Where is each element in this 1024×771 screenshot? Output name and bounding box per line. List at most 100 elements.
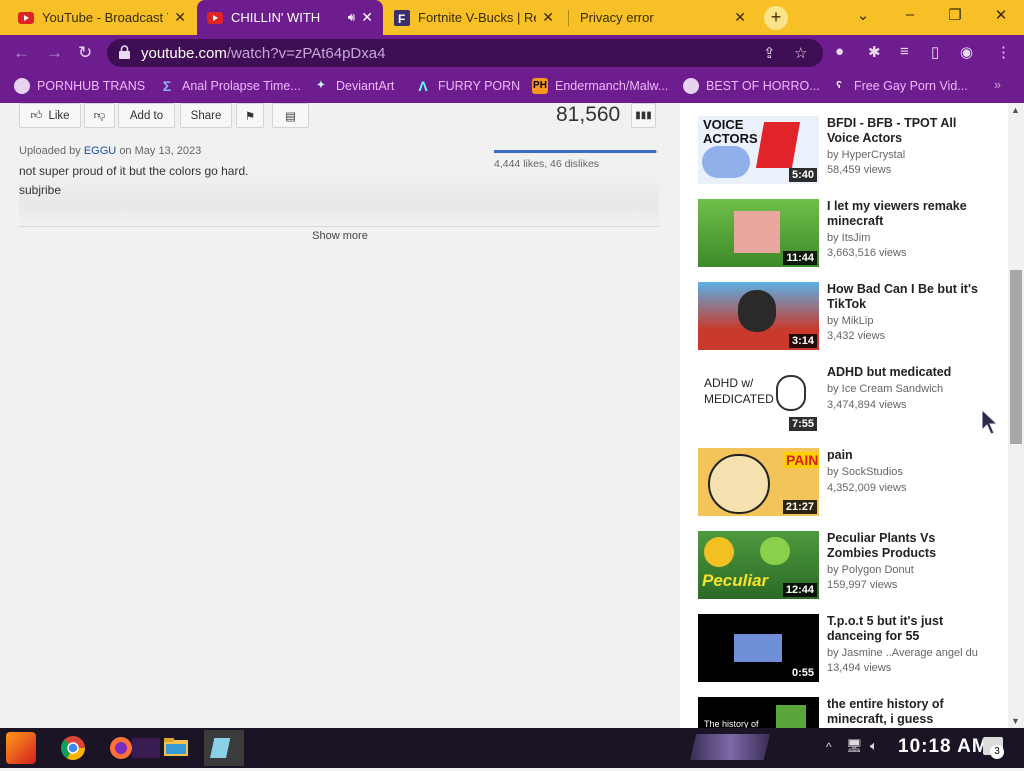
sigma-icon: Σ (162, 78, 172, 94)
show-more-button[interactable]: Show more (0, 230, 680, 242)
related-video-item[interactable]: Peculiar 12:44 Peculiar Plants Vs Zombie… (698, 531, 998, 601)
video-duration: 7:55 (788, 417, 817, 431)
video-thumbnail[interactable]: The history of (698, 697, 819, 728)
extensions-icon[interactable]: ✱ (868, 43, 881, 61)
thumbnail-caption: VOICE ACTORS (703, 117, 758, 146)
menu-icon[interactable]: ⋮ (996, 43, 1011, 61)
video-title[interactable]: Peculiar Plants Vs Zombies Products (827, 531, 987, 561)
taskbar-app-purple[interactable] (132, 738, 160, 758)
video-title[interactable]: I let my viewers remake minecraft (827, 199, 987, 229)
share-icon[interactable]: ⇪ (763, 44, 776, 62)
channel-name[interactable]: by MikLip (827, 315, 999, 327)
transcript-button[interactable]: ▤ (272, 103, 309, 128)
related-video-item[interactable]: 0:55 T.p.o.t 5 but it's just danceing fo… (698, 614, 998, 684)
bookmark-item[interactable]: Λ FURRY PORN (415, 78, 520, 94)
tab-search-icon[interactable]: ⌄ (848, 6, 878, 24)
channel-name[interactable]: by Polygon Donut (827, 564, 999, 576)
tab-fortnite-vbucks[interactable]: F Fortnite V-Bucks | Re ✕ (384, 0, 564, 35)
channel-name[interactable]: by Ice Cream Sandwich (827, 383, 999, 395)
new-tab-button[interactable]: + (764, 6, 788, 30)
video-title[interactable]: BFDI - BFB - TPOT All Voice Actors (827, 116, 987, 146)
tray-chevron-icon[interactable]: ^ (826, 740, 832, 754)
video-duration: 12:44 (782, 583, 817, 597)
video-title[interactable]: pain (827, 448, 987, 463)
bookmark-star-icon[interactable]: ☆ (794, 44, 807, 62)
video-title[interactable]: ADHD but medicated (827, 365, 987, 380)
tab-youtube-broadcast[interactable]: YouTube - Broadcast Yourself ✕ (8, 0, 196, 35)
speaker-icon[interactable]: 🔊︎ (348, 10, 356, 25)
video-thumbnail[interactable]: 11:44 (698, 199, 819, 267)
dislike-button[interactable]: 👎︎ (84, 103, 115, 128)
close-tab-icon[interactable]: ✕ (361, 9, 373, 26)
video-thumbnail[interactable]: 3:14 (698, 282, 819, 350)
video-thumbnail[interactable]: Peculiar 12:44 (698, 531, 819, 599)
profile-avatar-icon[interactable]: ● (835, 43, 844, 60)
share-button[interactable]: Share (180, 103, 232, 128)
more-bookmarks-icon[interactable]: » (994, 78, 1001, 92)
bookmark-item[interactable]: PORNHUB TRANS (14, 78, 145, 94)
uploader-link[interactable]: EGGU (84, 145, 116, 157)
channel-name[interactable]: by ItsJim (827, 232, 999, 244)
system-clock[interactable]: 10:18 AM (898, 736, 989, 758)
url-text: youtube.com/watch?v=zPAt64pDxa4 (141, 45, 386, 62)
forward-icon[interactable]: → (46, 43, 63, 63)
close-tab-icon[interactable]: ✕ (174, 9, 186, 26)
bookmark-item[interactable]: ʕ Free Gay Porn Vid... (831, 78, 968, 94)
video-thumbnail[interactable]: PAIN 21:27 (698, 448, 819, 516)
bookmark-item[interactable]: ✦ DeviantArt (313, 78, 395, 94)
file-explorer-icon[interactable] (160, 732, 194, 764)
view-count: 3,663,516 views (827, 247, 907, 259)
video-duration: 11:44 (783, 251, 817, 265)
bookmark-item[interactable]: PH Endermanch/Malw... (532, 78, 668, 94)
channel-name[interactable]: by SockStudios (827, 466, 999, 478)
scroll-down-icon[interactable]: ▼ (1011, 716, 1020, 726)
close-window-button[interactable]: ✕ (986, 6, 1016, 24)
youtube-icon (18, 11, 34, 24)
network-icon[interactable]: 🖥︎ (846, 738, 863, 754)
tab-chillin-with[interactable]: CHILLIN' WITH 🔊︎ ✕ (197, 0, 383, 35)
related-video-item[interactable]: ADHD w/ MEDICATED 7:55 ADHD but medicate… (698, 365, 998, 435)
browser-toolbar: ← → ↻ youtube.com/watch?v=zPAt64pDxa4 ⇪ … (0, 35, 1024, 70)
side-panel-icon[interactable]: ▯ (931, 43, 939, 61)
scrollbar-thumb[interactable] (1010, 270, 1022, 444)
bookmarks-bar: PORNHUB TRANS Σ Anal Prolapse Time... ✦ De… (0, 70, 1024, 103)
flag-button[interactable]: ⚑ (236, 103, 264, 128)
video-title[interactable]: the entire history of minecraft, i guess (827, 697, 987, 727)
video-title[interactable]: How Bad Can I Be but it's TikTok (827, 282, 987, 312)
close-tab-icon[interactable]: ✕ (542, 9, 554, 26)
view-count: 4,352,009 views (827, 482, 907, 494)
like-button[interactable]: 👍︎ Like (19, 103, 81, 128)
bookmark-item[interactable]: Σ Anal Prolapse Time... (159, 78, 301, 94)
video-thumbnail[interactable]: ADHD w/ MEDICATED 7:55 (698, 365, 819, 433)
video-title[interactable]: T.p.o.t 5 but it's just danceing for 55 (827, 614, 987, 644)
related-video-item[interactable]: 11:44 I let my viewers remake minecraft … (698, 199, 998, 269)
volume-muted-icon[interactable]: 🔈︎ (870, 738, 878, 754)
reload-icon[interactable]: ↻ (78, 43, 92, 63)
scroll-up-icon[interactable]: ▲ (1011, 105, 1020, 115)
video-thumbnail[interactable]: 0:55 (698, 614, 819, 682)
tab-title: Privacy error (580, 10, 654, 25)
account-icon[interactable]: ◉ (960, 43, 973, 61)
tab-strip: YouTube - Broadcast Yourself ✕ CHILLIN' … (0, 0, 1024, 35)
restore-button[interactable]: ❐ (940, 6, 970, 24)
back-icon[interactable]: ← (13, 43, 30, 63)
add-to-button[interactable]: Add to (118, 103, 175, 128)
related-video-item[interactable]: 3:14 How Bad Can I Be but it's TikTok by… (698, 282, 998, 352)
video-thumbnail[interactable]: VOICE ACTORS 5:40 (698, 116, 819, 184)
tab-privacy-error[interactable]: Privacy error ✕ (570, 0, 756, 35)
minimize-button[interactable]: – (895, 6, 925, 23)
chrome-icon[interactable] (56, 732, 90, 764)
close-tab-icon[interactable]: ✕ (734, 9, 746, 26)
related-video-item[interactable]: PAIN 21:27 pain by SockStudios 4,352,009… (698, 448, 998, 518)
page-scrollbar[interactable]: ▲ ▼ (1008, 103, 1024, 728)
address-bar[interactable]: youtube.com/watch?v=zPAt64pDxa4 ⇪ ☆ (107, 39, 823, 67)
channel-name[interactable]: by Jasmine ..Average angel du (827, 647, 999, 659)
related-video-item[interactable]: The history of the entire history of min… (698, 697, 998, 728)
stats-button[interactable]: ▮▮▮ (631, 103, 656, 128)
notes-app-icon[interactable] (204, 730, 244, 766)
media-queue-icon[interactable]: ≡ (900, 43, 909, 60)
start-button[interactable] (6, 732, 36, 764)
bookmark-item[interactable]: BEST OF HORRO... (683, 78, 820, 94)
related-video-item[interactable]: VOICE ACTORS 5:40 BFDI - BFB - TPOT All … (698, 116, 998, 186)
channel-name[interactable]: by HyperCrystal (827, 149, 999, 161)
